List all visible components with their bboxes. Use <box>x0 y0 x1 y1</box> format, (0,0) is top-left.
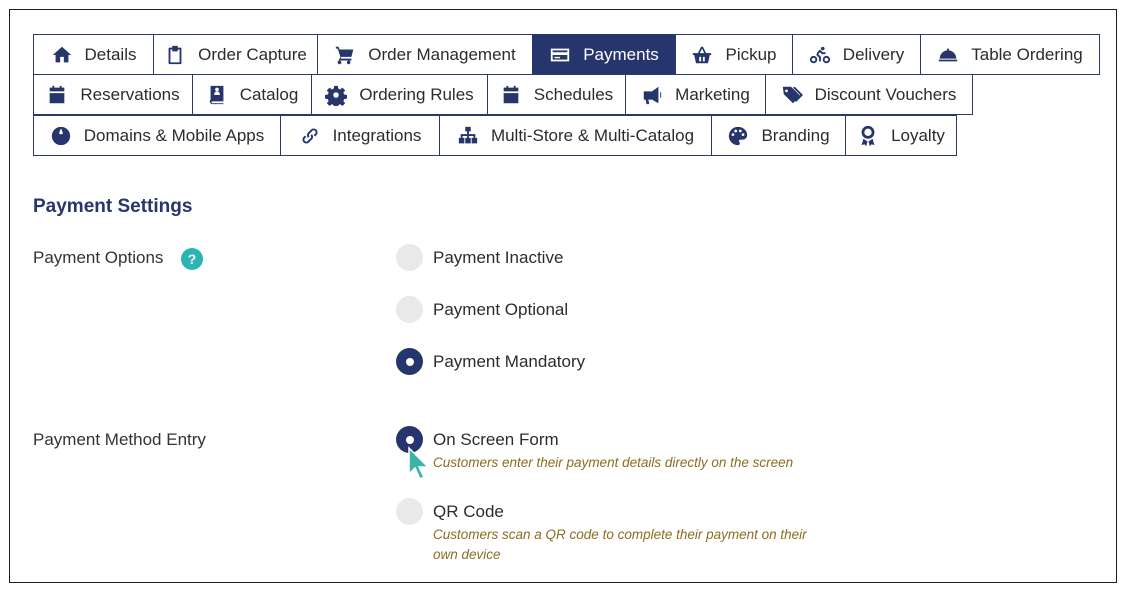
option-label: Payment Mandatory <box>433 352 586 371</box>
tab-row-3: Domains & Mobile Apps Integrations Multi… <box>33 115 957 156</box>
radio-payment-optional[interactable]: Payment Optional <box>396 296 568 323</box>
gear-icon <box>325 84 348 106</box>
tab-domains-mobile-apps[interactable]: Domains & Mobile Apps <box>33 115 281 156</box>
tab-label: Delivery <box>842 44 905 64</box>
sitemap-icon <box>457 125 479 147</box>
tab-marketing[interactable]: Marketing <box>625 74 766 115</box>
book-icon <box>206 84 228 106</box>
tab-loyalty[interactable]: Loyalty <box>845 115 957 156</box>
help-icon[interactable]: ? <box>181 248 203 270</box>
tab-label: Pickup <box>725 44 777 64</box>
basket-icon <box>691 44 713 66</box>
radio-payment-mandatory[interactable]: Payment Mandatory <box>396 348 585 375</box>
tab-reservations[interactable]: Reservations <box>33 74 193 115</box>
tab-label: Order Capture <box>198 44 307 64</box>
tab-payments[interactable]: Payments <box>531 34 677 75</box>
tab-label: Catalog <box>239 84 299 104</box>
tab-row-1: Details Order Capture Order Management P… <box>33 34 1100 75</box>
tab-label: Integrations <box>332 125 422 145</box>
tab-label: Branding <box>761 125 830 145</box>
home-icon <box>51 44 73 66</box>
tab-label: Details <box>84 44 137 64</box>
tab-label: Loyalty <box>891 125 945 145</box>
tab-label: Table Ordering <box>971 44 1083 64</box>
tab-integrations[interactable]: Integrations <box>279 115 441 156</box>
radio-button[interactable] <box>396 498 423 525</box>
radio-button[interactable] <box>396 296 423 323</box>
radio-payment-inactive[interactable]: Payment Inactive <box>396 244 563 271</box>
tab-schedules[interactable]: Schedules <box>486 74 627 115</box>
cloche-icon <box>937 44 959 66</box>
credit-card-icon <box>549 44 571 66</box>
section-title: Payment Settings <box>33 196 193 217</box>
payment-method-entry-label: Payment Method Entry <box>33 430 206 449</box>
bicycle-icon <box>809 44 831 66</box>
tab-ordering-rules[interactable]: Ordering Rules <box>311 74 488 115</box>
tab-label: Multi-Store & Multi-Catalog <box>490 125 695 145</box>
tab-delivery[interactable]: Delivery <box>791 34 922 75</box>
tab-label: Discount Vouchers <box>814 84 957 104</box>
payment-options-label: Payment Options <box>33 248 164 267</box>
radio-qr-code[interactable]: QR Code Customers scan a QR code to comp… <box>396 498 813 565</box>
globe-icon <box>50 125 72 147</box>
cart-icon <box>334 44 356 66</box>
tab-label: Marketing <box>675 84 750 104</box>
clipboard-icon <box>164 44 186 66</box>
option-description: Customers scan a QR code to complete the… <box>433 527 807 562</box>
option-label: Payment Inactive <box>433 248 564 267</box>
tab-discount-vouchers[interactable]: Discount Vouchers <box>764 74 973 115</box>
tab-row-2: Reservations Catalog Ordering Rules Sche… <box>33 74 973 115</box>
radio-on-screen-form[interactable]: On Screen Form Customers enter their pay… <box>396 426 813 473</box>
tab-label: Order Management <box>368 44 516 64</box>
tab-label: Reservations <box>80 84 180 104</box>
palette-icon <box>727 125 749 147</box>
tab-multi-store-multi-catalog[interactable]: Multi-Store & Multi-Catalog <box>439 115 712 156</box>
tab-details[interactable]: Details <box>33 34 154 75</box>
link-icon <box>299 125 321 147</box>
tab-pickup[interactable]: Pickup <box>675 34 793 75</box>
radio-button[interactable] <box>396 348 423 375</box>
calendar-icon <box>500 84 522 106</box>
radio-button[interactable] <box>396 244 423 271</box>
award-icon <box>857 125 879 147</box>
tab-order-management[interactable]: Order Management <box>317 34 533 75</box>
calendar-icon <box>46 84 68 106</box>
option-description: Customers enter their payment details di… <box>433 455 794 470</box>
mouse-cursor-icon <box>408 446 430 481</box>
tab-branding[interactable]: Branding <box>710 115 847 156</box>
option-label: Payment Optional <box>433 300 569 319</box>
tab-label: Ordering Rules <box>359 84 474 104</box>
megaphone-icon <box>641 84 663 106</box>
tab-catalog[interactable]: Catalog <box>191 74 313 115</box>
tab-label: Payments <box>583 44 659 64</box>
tags-icon <box>781 84 803 106</box>
tab-label: Schedules <box>533 84 614 104</box>
tab-label: Domains & Mobile Apps <box>83 125 265 145</box>
option-label: QR Code <box>433 502 504 521</box>
tab-order-capture[interactable]: Order Capture <box>152 34 319 75</box>
tab-table-ordering[interactable]: Table Ordering <box>920 34 1100 75</box>
option-label: On Screen Form <box>433 430 559 449</box>
